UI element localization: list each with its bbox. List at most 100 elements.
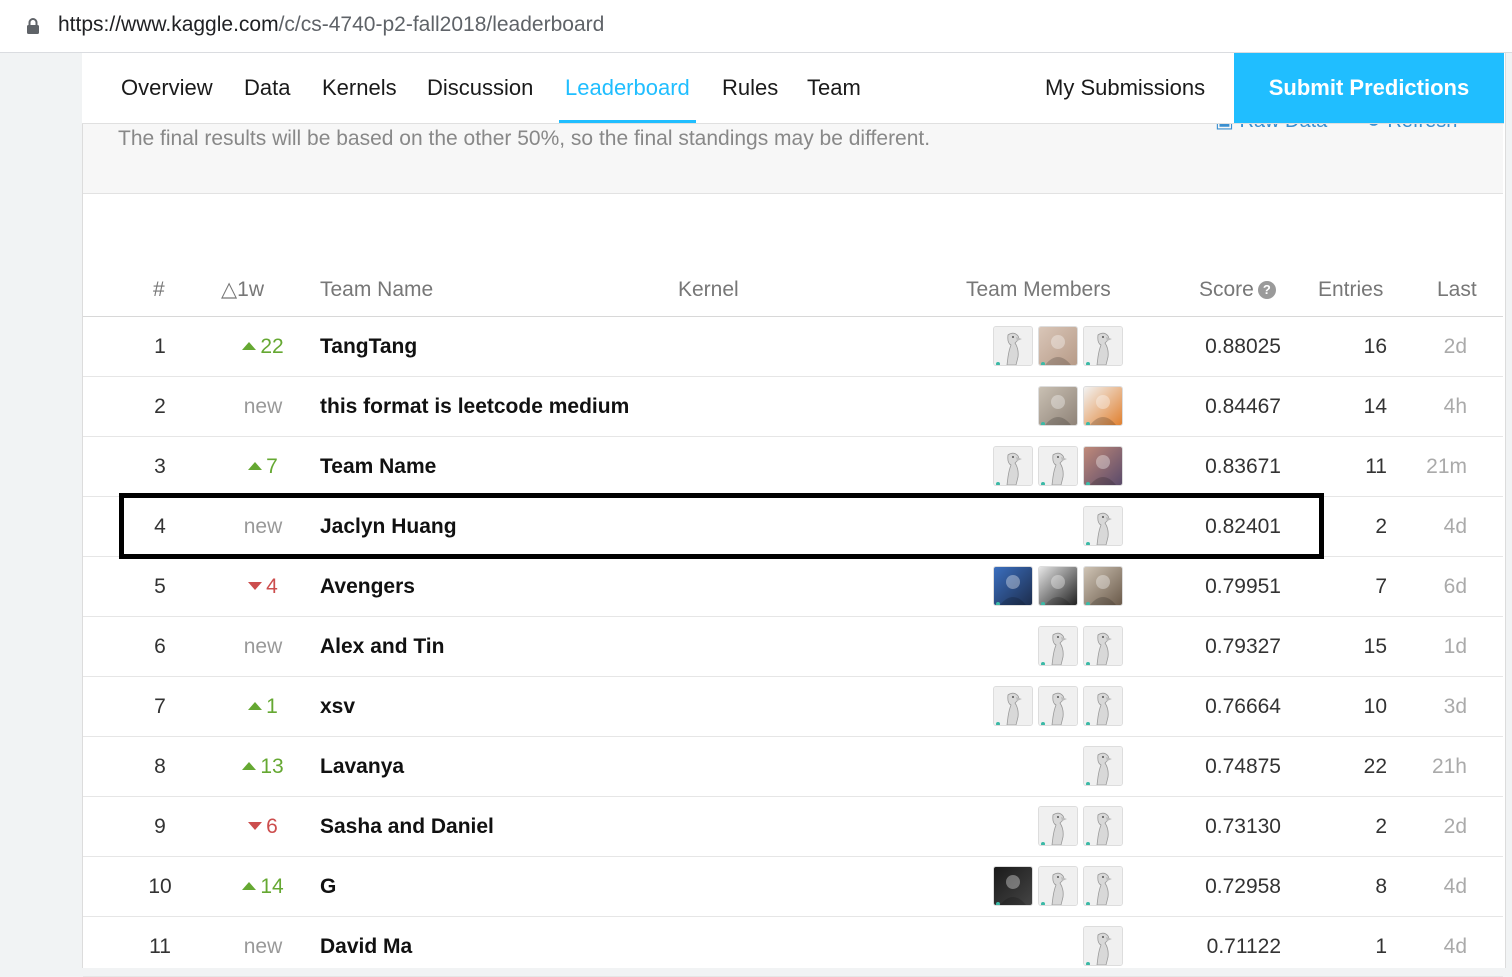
avatar[interactable]	[1083, 686, 1123, 726]
avatar[interactable]	[993, 326, 1033, 366]
status-dot	[996, 362, 1000, 365]
col-rank[interactable]: #	[153, 260, 165, 316]
avatar[interactable]	[1083, 626, 1123, 666]
avatar[interactable]	[1038, 446, 1078, 486]
avatar[interactable]	[1083, 446, 1123, 486]
avatar[interactable]	[993, 566, 1033, 606]
table-row[interactable]: 6 new Alex and Tin 0.79327 15 1d	[83, 617, 1503, 677]
avatar[interactable]	[1038, 806, 1078, 846]
tab-rules[interactable]: Rules	[722, 53, 778, 123]
status-dot	[1041, 902, 1045, 905]
table-row[interactable]: 4 new Jaclyn Huang 0.82401 2 4d	[83, 497, 1503, 557]
col-last[interactable]: Last	[1437, 260, 1477, 316]
last-cell: 2d	[1443, 815, 1467, 838]
table-row[interactable]: 2 new this format is leetcode medium 0.8446…	[83, 377, 1503, 437]
team-name-link[interactable]: David Ma	[320, 917, 412, 977]
delta-cell: 7	[203, 437, 323, 497]
avatar[interactable]	[1083, 566, 1123, 606]
team-name-link[interactable]: G	[320, 857, 336, 917]
last-cell: 4d	[1443, 875, 1467, 898]
col-score[interactable]: Score?	[1199, 260, 1276, 316]
table-row[interactable]: 11 new David Ma 0.71122 1 4d	[83, 917, 1503, 977]
col-entries[interactable]: Entries	[1318, 260, 1383, 316]
status-dot	[1086, 662, 1090, 665]
help-icon[interactable]: ?	[1257, 281, 1276, 299]
team-members	[981, 806, 1123, 848]
team-name-link[interactable]: Avengers	[320, 557, 415, 617]
status-dot	[996, 722, 1000, 725]
score-cell: 0.83671	[1205, 455, 1281, 478]
my-submissions-link[interactable]: My Submissions	[1045, 53, 1205, 123]
delta-value: 4	[266, 575, 278, 598]
col-team-name[interactable]: Team Name	[320, 260, 433, 316]
team-name-link[interactable]: this format is leetcode medium	[320, 377, 629, 437]
delta-value: new	[243, 515, 283, 538]
last-cell: 4h	[1443, 395, 1467, 418]
tab-leaderboard[interactable]: Leaderboard	[559, 53, 696, 123]
score-cell: 0.88025	[1205, 335, 1281, 358]
team-members	[981, 626, 1123, 668]
team-name-link[interactable]: Alex and Tin	[320, 617, 444, 677]
last-cell: 1d	[1443, 635, 1467, 658]
col-delta[interactable]: △1w	[221, 260, 264, 316]
last-cell: 3d	[1443, 695, 1467, 718]
table-row[interactable]: 7 1 xsv 0.76664 10 3d	[83, 677, 1503, 737]
status-dot	[1041, 662, 1045, 665]
last-cell: 21h	[1431, 755, 1467, 778]
team-name-link[interactable]: Team Name	[320, 437, 436, 497]
table-row[interactable]: 8 13 Lavanya 0.74875 22 21h	[83, 737, 1503, 797]
entries-cell: 10	[1363, 695, 1387, 718]
avatar[interactable]	[1038, 326, 1078, 366]
avatar[interactable]	[1038, 626, 1078, 666]
tab-overview[interactable]: Overview	[121, 53, 213, 123]
table-row[interactable]: 3 7 Team Name 0.83671 11 21m	[83, 437, 1503, 497]
table-row[interactable]: 5 4 Avengers 0.79951 7 6d	[83, 557, 1503, 617]
avatar[interactable]	[1038, 686, 1078, 726]
team-name-link[interactable]: Lavanya	[320, 737, 404, 797]
team-name-link[interactable]: TangTang	[320, 317, 417, 377]
avatar[interactable]	[993, 446, 1033, 486]
entries-cell: 16	[1363, 335, 1387, 358]
team-name-link[interactable]: Sasha and Daniel	[320, 797, 494, 857]
team-members	[981, 446, 1123, 488]
url-path: /c/cs-4740-p2-fall2018/leaderboard	[278, 13, 605, 36]
arrow-up-icon	[242, 762, 257, 770]
avatar[interactable]	[1083, 926, 1123, 966]
avatar[interactable]	[1038, 566, 1078, 606]
page-margin-left	[0, 53, 82, 968]
avatar[interactable]	[1083, 866, 1123, 906]
status-dot	[1086, 722, 1090, 725]
avatar[interactable]	[993, 686, 1033, 726]
table-row[interactable]: 9 6 Sasha and Daniel 0.73130 2 2d	[83, 797, 1503, 857]
delta-value: 7	[266, 455, 278, 478]
avatar[interactable]	[1038, 386, 1078, 426]
address-bar[interactable]: https://www.kaggle.com/c/cs-4740-p2-fall…	[0, 0, 1512, 53]
status-dot	[1086, 782, 1090, 785]
avatar[interactable]	[1083, 506, 1123, 546]
tab-discussion[interactable]: Discussion	[427, 53, 533, 123]
avatar[interactable]	[1083, 806, 1123, 846]
score-cell: 0.73130	[1205, 815, 1281, 838]
status-dot	[1086, 842, 1090, 845]
leaderboard-notice: ▣ Raw Data ↻ Refresh The final results w…	[83, 110, 1503, 194]
tab-team[interactable]: Team	[807, 53, 861, 123]
avatar[interactable]	[1083, 386, 1123, 426]
status-dot	[996, 602, 1000, 605]
delta-value: 6	[266, 815, 278, 838]
team-name-link[interactable]: Jaclyn Huang	[320, 497, 457, 557]
tab-data[interactable]: Data	[244, 53, 290, 123]
avatar[interactable]	[1083, 326, 1123, 366]
avatar[interactable]	[993, 866, 1033, 906]
url-text[interactable]: https://www.kaggle.com/c/cs-4740-p2-fall…	[58, 13, 604, 37]
table-row[interactable]: 10 14 G 0.72958 8 4d	[83, 857, 1503, 917]
submit-predictions-button[interactable]: Submit Predictions	[1234, 53, 1504, 123]
status-dot	[1086, 362, 1090, 365]
avatar[interactable]	[1083, 746, 1123, 786]
table-row[interactable]: 1 22 TangTang 0.88025 16 2d	[83, 317, 1503, 377]
tab-kernels[interactable]: Kernels	[322, 53, 397, 123]
avatar[interactable]	[1038, 866, 1078, 906]
delta-cell: 6	[203, 797, 323, 857]
team-name-link[interactable]: xsv	[320, 677, 355, 737]
score-cell: 0.71122	[1206, 935, 1281, 958]
entries-cell: 22	[1363, 755, 1387, 778]
